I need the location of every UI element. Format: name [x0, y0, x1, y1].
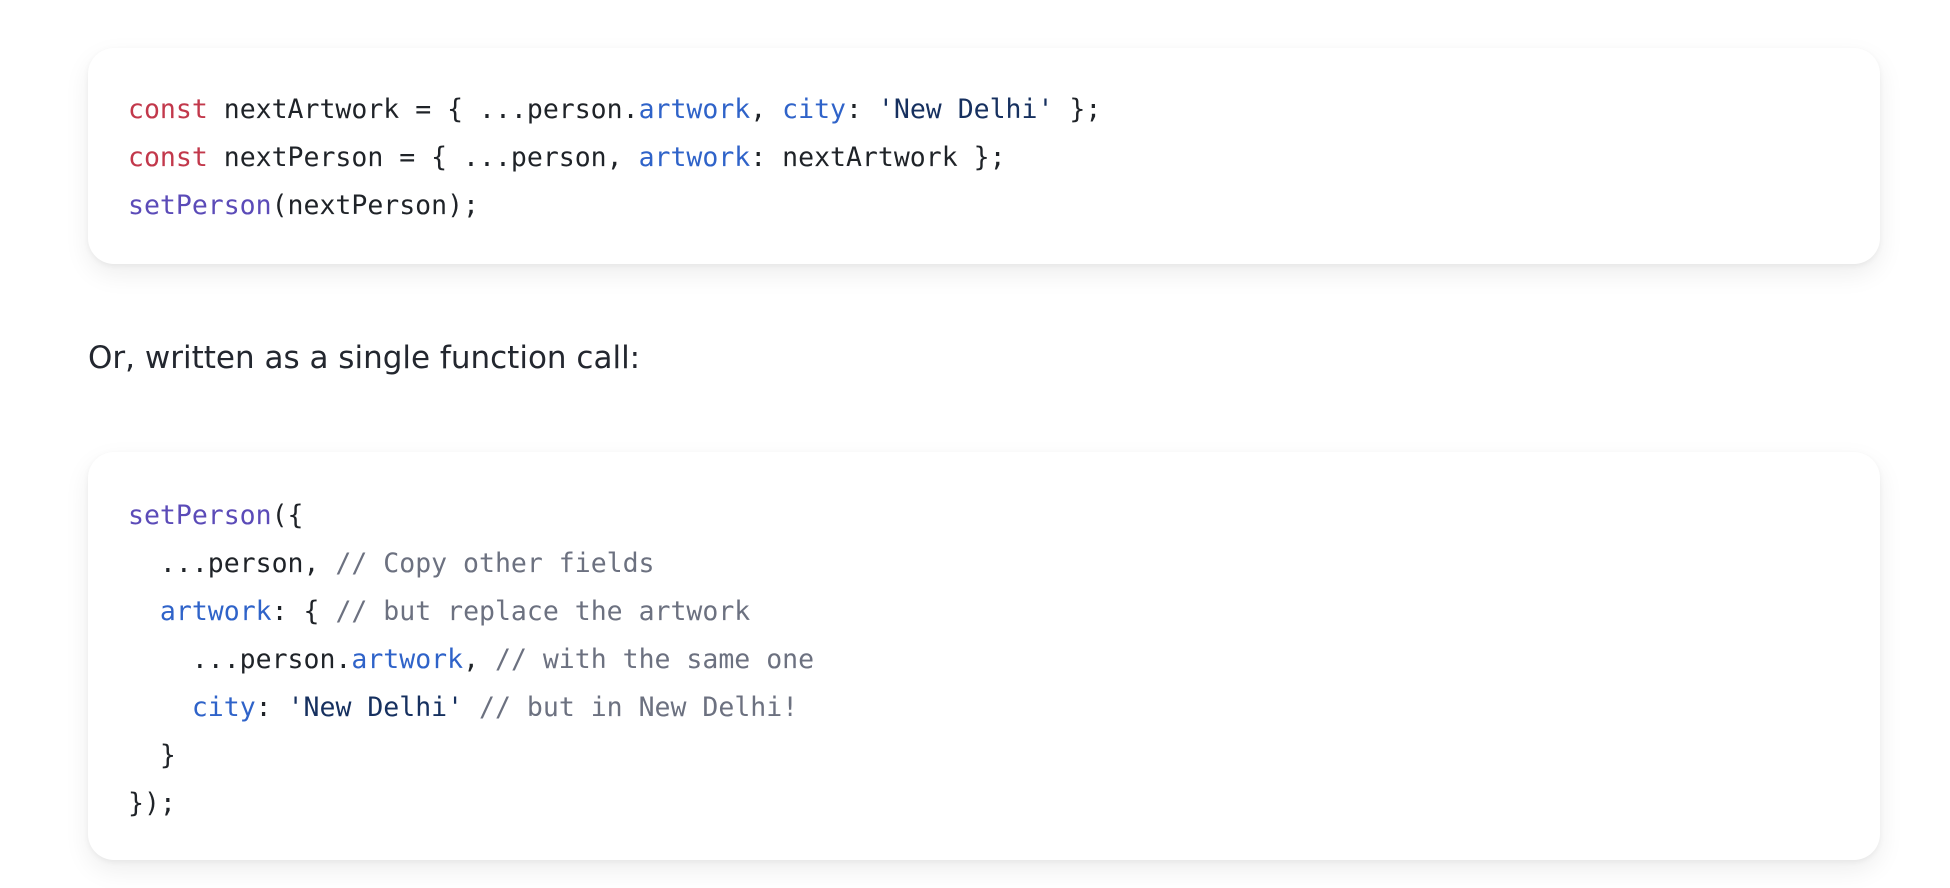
code-token-comment: // but in New Delhi!	[479, 692, 799, 723]
code-token-comment: // but replace the artwork	[335, 596, 751, 627]
code-token-plain: });	[128, 788, 176, 819]
code-token-function: setPerson	[128, 500, 272, 531]
code-token-comment: // with the same one	[494, 644, 815, 675]
code-token-property: artwork	[159, 596, 272, 627]
code-line: setPerson({	[128, 492, 1880, 540]
code-line: }	[128, 732, 1880, 780]
code-line: const nextArtwork = { ...person.artwork,…	[128, 86, 1880, 134]
code-token-plain: nextPerson = { ...person,	[207, 142, 639, 173]
code-line: city: 'New Delhi' // but in New Delhi!	[128, 684, 1880, 732]
code-token-plain: }	[128, 740, 176, 771]
code-token-keyword: const	[128, 142, 208, 173]
code-token-keyword: const	[128, 94, 208, 125]
code-line: });	[128, 780, 1880, 828]
code-token-function: setPerson	[128, 190, 272, 221]
code-token-string: 'New Delhi'	[877, 94, 1054, 125]
code-content: setPerson({ ...person, // Copy other fie…	[88, 492, 1880, 828]
code-block-2: setPerson({ ...person, // Copy other fie…	[88, 452, 1880, 860]
code-line: setPerson(nextPerson);	[128, 182, 1880, 230]
code-token-property: artwork	[638, 94, 751, 125]
code-token-comment: // Copy other fields	[335, 548, 655, 579]
code-token-plain: :	[846, 94, 878, 125]
code-line: ...person, // Copy other fields	[128, 540, 1880, 588]
code-token-property: artwork	[638, 142, 751, 173]
code-line: artwork: { // but replace the artwork	[128, 588, 1880, 636]
code-token-plain: ({	[271, 500, 304, 531]
prose-paragraph: Or, written as a single function call:	[88, 340, 641, 376]
code-token-plain: : nextArtwork };	[750, 142, 1006, 173]
code-token-plain: ...person.	[128, 644, 352, 675]
code-token-plain: };	[1053, 94, 1102, 125]
code-token-plain: nextArtwork = { ...person.	[207, 94, 639, 125]
code-token-property: city	[782, 94, 846, 125]
code-line: ...person.artwork, // with the same one	[128, 636, 1880, 684]
code-content: const nextArtwork = { ...person.artwork,…	[88, 86, 1880, 230]
code-token-string: 'New Delhi'	[287, 692, 464, 723]
code-token-plain: :	[255, 692, 288, 723]
code-token-plain: ,	[463, 644, 495, 675]
code-line: const nextPerson = { ...person, artwork:…	[128, 134, 1880, 182]
code-token-plain: (nextPerson);	[271, 190, 480, 221]
code-token-plain: ...person,	[128, 548, 336, 579]
code-token-property: artwork	[351, 644, 464, 675]
code-block-1: const nextArtwork = { ...person.artwork,…	[88, 48, 1880, 264]
code-token-plain: ,	[750, 94, 783, 125]
code-token-plain: : {	[271, 596, 336, 627]
code-token-property: city	[191, 692, 256, 723]
